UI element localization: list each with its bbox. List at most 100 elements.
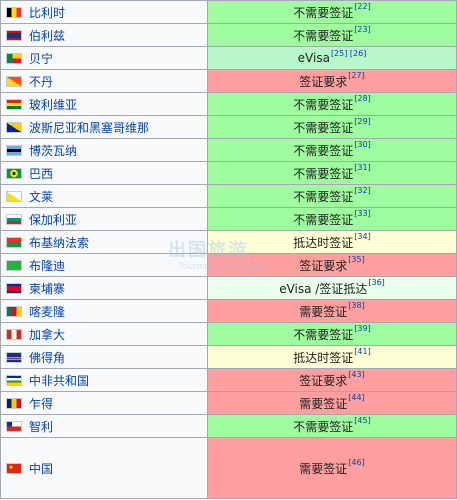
country-cell: 波斯尼亚和黑塞哥维那 <box>0 115 208 139</box>
cape-verde-flag-icon <box>6 351 22 363</box>
country-link[interactable]: 佛得角 <box>29 351 65 365</box>
country-cell: 巴西 <box>0 161 208 185</box>
reference-link[interactable]: [44] <box>348 393 364 402</box>
country-cell: 文莱 <box>0 184 208 208</box>
visa-status-text: 不需要签证 <box>293 97 354 112</box>
country-link[interactable]: 玻利维亚 <box>29 98 77 112</box>
reference-link[interactable]: [32] <box>354 186 370 195</box>
canada-flag-icon <box>6 328 22 340</box>
reference-link[interactable]: [46] <box>348 458 364 467</box>
country-cell: 玻利维亚 <box>0 92 208 116</box>
reference-link[interactable]: [23] <box>354 25 370 34</box>
reference-link[interactable]: [41] <box>354 347 370 356</box>
country-link[interactable]: 智利 <box>29 420 53 434</box>
country-link[interactable]: 保加利亚 <box>29 213 77 227</box>
visa-status-cell: 需要签证[44] <box>207 391 457 415</box>
reference-link[interactable]: [45] <box>354 416 370 425</box>
table-row: 佛得角 抵达时签证[41] <box>0 345 457 369</box>
country-link[interactable]: 中国 <box>29 462 53 476</box>
visa-status-text: eVisa /签证抵达 <box>279 281 368 296</box>
visa-status-text: 不需要签证 <box>293 327 354 342</box>
visa-status-cell: 需要签证[46] <box>207 437 457 499</box>
table-row: 玻利维亚 不需要签证[28] <box>0 92 457 116</box>
reference-link[interactable]: [28] <box>354 94 370 103</box>
visa-status-cell: 不需要签证[32] <box>207 184 457 208</box>
visa-status-cell: 不需要签证[28] <box>207 92 457 116</box>
reference-link[interactable]: [39] <box>354 324 370 333</box>
visa-status-text: 不需要签证 <box>293 143 354 158</box>
country-link[interactable]: 不丹 <box>29 75 53 89</box>
visa-status-text: 不需要签证 <box>293 166 354 181</box>
bhutan-flag-icon <box>6 75 22 87</box>
bulgaria-flag-icon <box>6 213 22 225</box>
visa-status-cell: 签证要求[43] <box>207 368 457 392</box>
country-link[interactable]: 贝宁 <box>29 52 53 66</box>
visa-status-cell: 不需要签证[23] <box>207 23 457 47</box>
visa-status-text: 需要签证 <box>299 304 348 319</box>
table-row: 比利时 不需要签证[22] <box>0 0 457 24</box>
reference-link[interactable]: [25] [26] <box>331 49 366 58</box>
table-row: 乍得 需要签证[44] <box>0 391 457 415</box>
country-cell: 加拿大 <box>0 322 208 346</box>
country-link[interactable]: 巴西 <box>29 167 53 181</box>
chile-flag-icon <box>6 420 22 432</box>
country-link[interactable]: 布基纳法索 <box>29 236 89 250</box>
country-cell: 中非共和国 <box>0 368 208 392</box>
table-body: 比利时 不需要签证[22] 伯利兹 不需要签证[23] 贝宁 eVisa[25] [26]… <box>0 0 457 499</box>
country-link[interactable]: 文莱 <box>29 190 53 204</box>
table-row: 中国 需要签证[46] <box>0 437 457 499</box>
reference-link[interactable]: [33] <box>354 209 370 218</box>
reference-link[interactable]: [30] <box>354 140 370 149</box>
country-link[interactable]: 乍得 <box>29 397 53 411</box>
table-row: 巴西 不需要签证[31] <box>0 161 457 185</box>
cameroon-flag-icon <box>6 305 22 317</box>
country-link[interactable]: 博茨瓦纳 <box>29 144 77 158</box>
country-cell: 博茨瓦纳 <box>0 138 208 162</box>
reference-link[interactable]: [29] <box>354 117 370 126</box>
reference-link[interactable]: [31] <box>354 163 370 172</box>
table-row: 智利 不需要签证[45] <box>0 414 457 438</box>
country-link[interactable]: 布隆迪 <box>29 259 65 273</box>
chad-flag-icon <box>6 397 22 409</box>
visa-status-text: 抵达时签证 <box>293 350 354 365</box>
visa-status-cell: 不需要签证[30] <box>207 138 457 162</box>
reference-link[interactable]: [43] <box>348 370 364 379</box>
visa-status-text: 不需要签证 <box>293 419 354 434</box>
table-row: 波斯尼亚和黑塞哥维那 不需要签证[29] <box>0 115 457 139</box>
country-cell: 喀麦隆 <box>0 299 208 323</box>
visa-status-text: 不需要签证 <box>293 189 354 204</box>
country-link[interactable]: 波斯尼亚和黑塞哥维那 <box>29 121 149 135</box>
country-link[interactable]: 加拿大 <box>29 328 65 342</box>
table-row: 布隆迪 签证要求[35] <box>0 253 457 277</box>
table-row: 贝宁 eVisa[25] [26] <box>0 46 457 70</box>
reference-link[interactable]: [35] <box>348 255 364 264</box>
brunei-flag-icon <box>6 190 22 202</box>
benin-flag-icon <box>6 52 22 64</box>
country-cell: 贝宁 <box>0 46 208 70</box>
country-cell: 布基纳法索 <box>0 230 208 254</box>
table-row: 喀麦隆 需要签证[38] <box>0 299 457 323</box>
country-link[interactable]: 中非共和国 <box>29 374 89 388</box>
visa-status-text: 不需要签证 <box>293 28 354 43</box>
visa-status-cell: eVisa /签证抵达[36] <box>207 276 457 300</box>
visa-status-text: 需要签证 <box>299 396 348 411</box>
country-link[interactable]: 伯利兹 <box>29 29 65 43</box>
bosnia-flag-icon <box>6 121 22 133</box>
table-row: 中非共和国 签证要求[43] <box>0 368 457 392</box>
reference-link[interactable]: [36] <box>368 278 384 287</box>
visa-status-cell: 需要签证[38] <box>207 299 457 323</box>
visa-status-text: 签证要求 <box>299 258 348 273</box>
reference-link[interactable]: [38] <box>348 301 364 310</box>
reference-link[interactable]: [34] <box>354 232 370 241</box>
visa-status-cell: 抵达时签证[34] <box>207 230 457 254</box>
country-link[interactable]: 比利时 <box>29 6 65 20</box>
table-row: 博茨瓦纳 不需要签证[30] <box>0 138 457 162</box>
visa-status-text: 不需要签证 <box>293 120 354 135</box>
country-link[interactable]: 柬埔寨 <box>29 282 65 296</box>
table-row: 保加利亚 不需要签证[33] <box>0 207 457 231</box>
reference-link[interactable]: [22] <box>354 2 370 11</box>
reference-link[interactable]: [27] <box>348 71 364 80</box>
visa-status-text: 签证要求 <box>299 373 348 388</box>
country-link[interactable]: 喀麦隆 <box>29 305 65 319</box>
country-cell: 伯利兹 <box>0 23 208 47</box>
